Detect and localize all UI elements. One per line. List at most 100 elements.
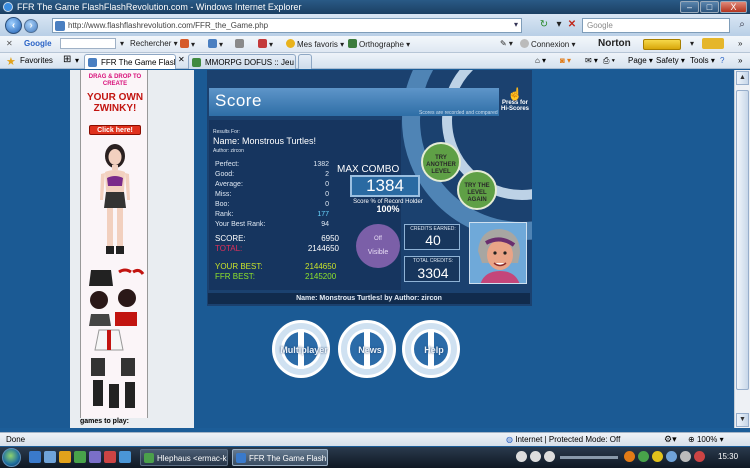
rank-label: Rank: (215, 211, 234, 218)
start-button[interactable] (2, 448, 21, 467)
close-tab-icon[interactable]: ✕ (178, 55, 185, 64)
score-label: SCORE: (215, 234, 246, 243)
wrench-icon[interactable]: ✎ ▾ (500, 39, 513, 48)
address-bar[interactable]: http://www.flashflashrevolution.com/FFR_… (52, 18, 522, 33)
quicklaunch-app-icon[interactable] (59, 451, 71, 463)
safety-menu[interactable]: Safety ▾ (656, 56, 685, 65)
minimize-button[interactable]: – (680, 1, 699, 13)
best-rank-label: Your Best Rank: (215, 221, 266, 228)
toolbar-tools-icon[interactable]: ▾ (180, 39, 195, 49)
google-search-field[interactable] (60, 38, 116, 49)
feeds-icon[interactable]: ◙ ▾ (560, 56, 571, 65)
media-next-icon[interactable] (544, 451, 555, 462)
hiscore-button[interactable]: ☝ Press for Hi-Scores (499, 88, 531, 112)
stop-icon[interactable]: ✕ (566, 19, 578, 31)
google-search-button[interactable]: Rechercher ▾ (130, 39, 178, 48)
scroll-down-button[interactable]: ▼ (736, 413, 749, 427)
connexion-button[interactable]: Connexion ▾ (520, 39, 576, 49)
multiplayer-button[interactable]: Multiplayer (272, 320, 330, 378)
news-button[interactable]: News (338, 320, 396, 378)
media-play-icon[interactable] (530, 451, 541, 462)
protected-mode-icon[interactable]: ⚙▾ (664, 434, 677, 445)
search-dropdown-icon[interactable]: ▾ (120, 39, 124, 48)
tools-menu[interactable]: Tools ▾ (690, 56, 715, 65)
tray-security-icon[interactable] (694, 451, 705, 462)
quicklaunch-media-icon[interactable] (74, 451, 86, 463)
toolbar-share-icon[interactable] (235, 39, 246, 49)
norton-dropdown-icon[interactable]: ▾ (690, 39, 694, 48)
quicklaunch-ie-icon[interactable] (29, 451, 41, 463)
spellcheck-button[interactable]: Orthographe ▾ (348, 39, 410, 49)
tray-network-icon[interactable] (666, 451, 677, 462)
norton-status-badge[interactable] (643, 39, 681, 50)
try-level-again-button[interactable]: TRY THE LEVEL AGAIN (457, 170, 497, 210)
scroll-thumb[interactable] (736, 90, 749, 390)
help-icon[interactable]: ? (720, 56, 724, 65)
status-bar: Done ◍ Internet | Protected Mode: Off ⚙▾… (0, 432, 750, 446)
scroll-up-button[interactable]: ▲ (736, 71, 749, 85)
try-level-again-label: TRY THE LEVEL AGAIN (464, 183, 490, 203)
tray-volume-icon[interactable] (680, 451, 691, 462)
page-menu-label: Page (628, 56, 647, 65)
search-input[interactable]: Google (587, 21, 613, 30)
more-commands-icon[interactable]: » (738, 56, 742, 65)
media-prev-icon[interactable] (516, 451, 527, 462)
toolbar-popup-icon[interactable]: ▾ (258, 39, 273, 49)
tab-ffr[interactable]: FFR The Game FlashFl... (84, 54, 176, 69)
visible-label: Visible (367, 249, 389, 256)
tray-norton-icon[interactable] (652, 451, 663, 462)
bookmarks-button[interactable]: Mes favoris ▾ (286, 39, 344, 49)
zoom-level[interactable]: ⊕ 100% ▾ (688, 435, 724, 444)
quicklaunch-msn-icon[interactable] (89, 451, 101, 463)
zwinky-ad[interactable]: DRAG & DROP TO CREATE YOUR OWN ZWINKY! C… (80, 70, 148, 418)
ffr-game-area[interactable]: Score ☝ Press for Hi-Scores Scores are r… (207, 70, 532, 306)
maximize-button[interactable]: □ (700, 1, 719, 13)
new-tab-button[interactable] (298, 54, 312, 69)
your-best-value: 2144650 (305, 262, 337, 271)
tab-dofus-label: MMORPG DOFUS :: Jeu de ... (205, 58, 295, 67)
vertical-scrollbar[interactable]: ▲ ▼ (734, 70, 750, 428)
forward-button[interactable]: › (24, 19, 38, 33)
taskbar-item-messenger[interactable]: Hlephaus <ermac-k... (140, 449, 228, 466)
help-button[interactable]: Help (402, 320, 460, 378)
safety-menu-label: Safety (656, 56, 679, 65)
try-another-level-button[interactable]: TRY ANOTHER LEVEL (421, 142, 461, 182)
favorites-button[interactable]: Favorites (20, 56, 53, 65)
toolbar-more-icon[interactable]: » (738, 39, 742, 48)
tab-list-icon[interactable]: ▾ (75, 56, 79, 65)
tray-app-icon[interactable] (624, 451, 635, 462)
home-icon[interactable]: ⌂ ▾ (535, 56, 546, 65)
media-progress-bar[interactable] (560, 456, 618, 459)
mail-icon[interactable]: ✉ ▾ (585, 56, 598, 65)
quicklaunch-desktop-icon[interactable] (44, 451, 56, 463)
toolbar-page-icon[interactable]: ▾ (208, 39, 223, 49)
favorites-star-icon[interactable]: ★ (6, 55, 16, 68)
search-icon[interactable]: ⌕ (736, 19, 748, 31)
security-zone[interactable]: ◍ Internet | Protected Mode: Off (506, 435, 620, 444)
refresh-icon[interactable]: ↻ (538, 19, 550, 31)
total-label: TOTAL: (215, 244, 243, 253)
taskbar-clock[interactable]: 15:30 (718, 452, 738, 461)
norton-safeweb-icon[interactable] (702, 38, 724, 49)
chevron-down-icon[interactable]: ▾ (514, 20, 518, 29)
total-credits-label: TOTAL CREDITS: (412, 258, 454, 264)
page-menu[interactable]: Page ▾ (628, 56, 653, 65)
tab-dofus[interactable]: MMORPG DOFUS :: Jeu de ... (188, 54, 296, 69)
back-button[interactable]: ‹ (5, 17, 22, 34)
ie-icon (3, 2, 13, 12)
close-button[interactable]: X (720, 1, 747, 13)
tray-messenger-icon[interactable] (638, 451, 649, 462)
quicklaunch-folder-icon[interactable] (119, 451, 131, 463)
taskbar-item-ffr[interactable]: FFR The Game Flash... (232, 449, 328, 466)
search-box[interactable]: Google (582, 18, 730, 33)
visibility-toggle[interactable]: Off Visible (356, 224, 400, 268)
quicklaunch-game-icon[interactable] (104, 451, 116, 463)
ad-click-button[interactable]: Click here! (89, 125, 141, 135)
tab-ffr-label: FFR The Game FlashFl... (101, 58, 175, 67)
dropdown-icon[interactable]: ▾ (553, 19, 565, 31)
try-another-level-label: TRY ANOTHER LEVEL (426, 155, 456, 175)
quick-tabs-icon[interactable]: ⊞ (63, 54, 71, 65)
close-toolbar-icon[interactable]: ✕ (6, 39, 13, 48)
score-title: Score (215, 91, 262, 110)
print-icon[interactable]: ⎙ ▾ (603, 56, 615, 66)
